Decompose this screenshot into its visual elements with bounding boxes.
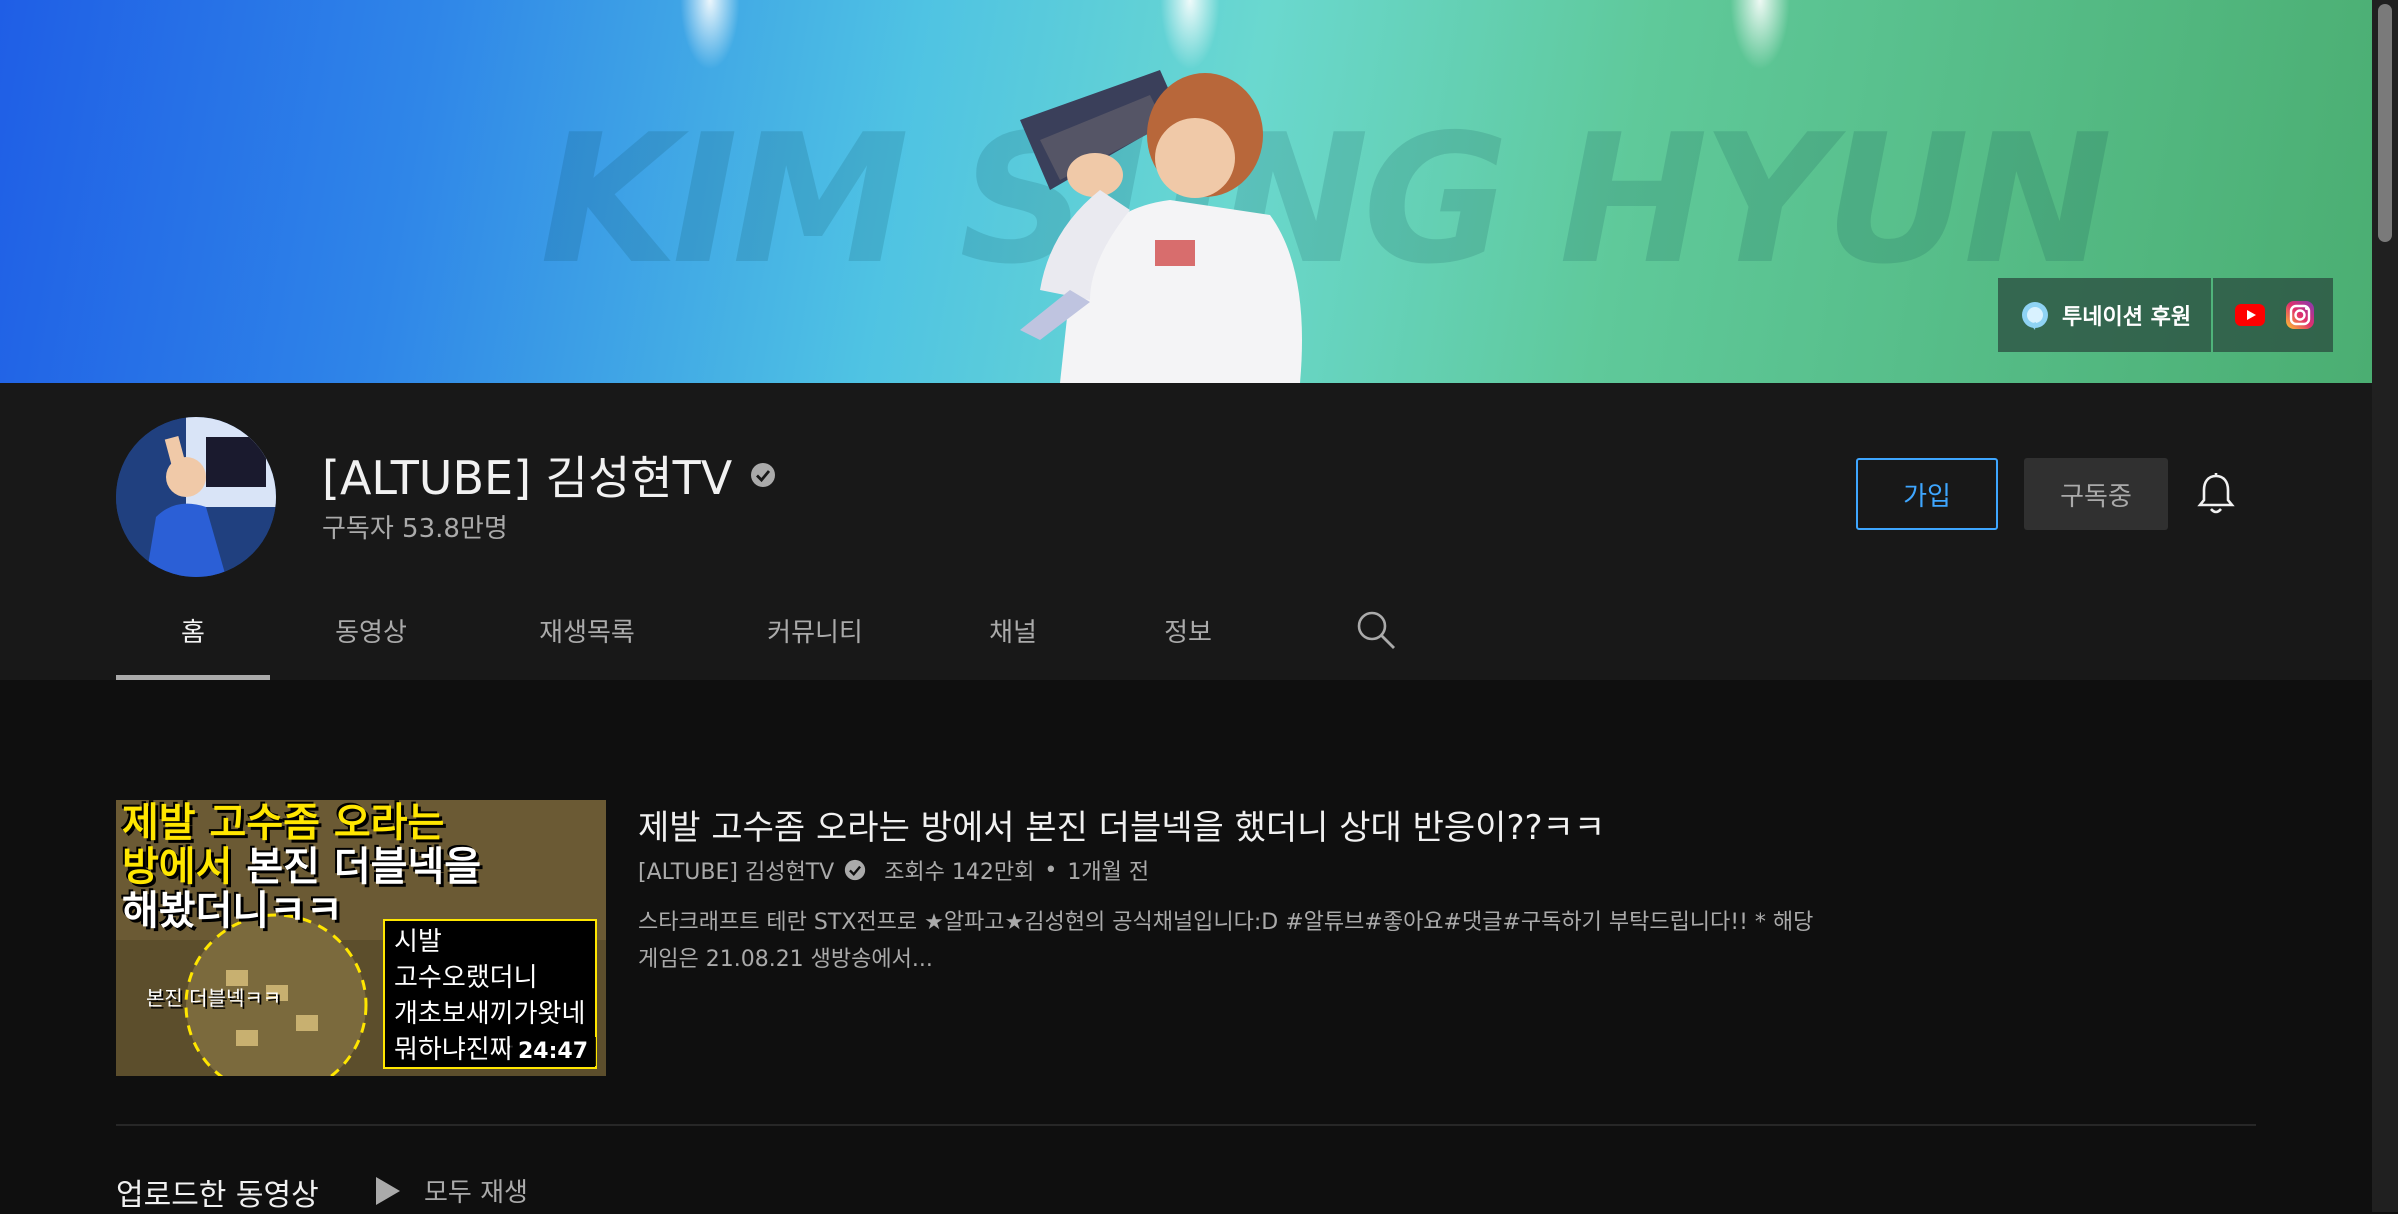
featured-video-title[interactable]: 제발 고수좀 오라는 방에서 본진 더블넥을 했더니 상대 반응이??ㅋㅋ [638, 800, 1605, 849]
play-all-label: 모두 재생 [424, 1178, 528, 1208]
video-description: 스타크래프트 테란 STX전프로 ★알파고★김성현의 공식채널입니다:D #알튜… [638, 910, 1814, 972]
donation-label: 투네이션 후원 [2062, 305, 2192, 330]
verified-check-icon [751, 463, 776, 487]
subscriber-count: 구독자 53.8만명 [322, 514, 508, 544]
uploads-section-title[interactable]: 업로드한 동영상 [116, 1170, 319, 1214]
thumbnail-title-line3: 해봤더니ㅋㅋ [122, 888, 343, 934]
meta-separator: • [1044, 857, 1058, 883]
channel-tabs: 홈 동영상 재생목록 커뮤니티 채널 정보 [116, 596, 1278, 680]
thumbnail-chat-line: 개초보새끼가왓네 [394, 999, 586, 1029]
youtube-icon[interactable] [2235, 304, 2266, 326]
scrollbar-thumb[interactable] [2378, 4, 2392, 242]
video-meta: [ALTUBE] 김성현TV 조회수 142만회 • 1개월 전 [638, 854, 1149, 886]
thumbnail-chat-line: 시발 [394, 927, 442, 957]
tab-about[interactable]: 정보 [1098, 596, 1278, 680]
bell-icon[interactable] [2196, 472, 2236, 516]
video-views: 조회수 142만회 [884, 860, 1035, 885]
join-button[interactable]: 가입 [1856, 458, 1998, 530]
subscribed-button[interactable]: 구독중 [2024, 458, 2168, 530]
thumbnail-title-line2a: 방에서 [122, 844, 233, 890]
stage-light [680, 0, 740, 70]
thumbnail-title-line2b: 본진 더블넥을 [232, 844, 482, 890]
channel-avatar[interactable] [116, 417, 276, 577]
channel-banner: KIM SUNG HYUN 투네이션 후원 [0, 0, 2372, 383]
avatar-image [116, 417, 276, 577]
thumbnail-title-line2: 방에서 본진 더블넥을 [122, 844, 481, 890]
social-links [2213, 278, 2334, 352]
section-divider [116, 1124, 2256, 1126]
instagram-icon[interactable] [2285, 300, 2315, 330]
tab-videos[interactable]: 동영상 [270, 596, 472, 680]
banner-player-image [1020, 70, 1302, 383]
tab-playlists[interactable]: 재생목록 [472, 596, 702, 680]
banner-links: 투네이션 후원 [1998, 278, 2334, 352]
donation-link[interactable]: 투네이션 후원 [1998, 278, 2212, 352]
featured-video-thumbnail[interactable]: 제발 고수좀 오라는 방에서 본진 더블넥을 해봤더니ㅋㅋ 본진 더블넥ㅋㅋ 시… [116, 800, 606, 1076]
play-icon [376, 1176, 400, 1205]
toonation-icon [2022, 302, 2048, 330]
channel-name[interactable]: [ALTUBE] 김성현TV [322, 442, 776, 508]
thumbnail-circle-label: 본진 더블넥ㅋㅋ [146, 986, 282, 1010]
tab-home[interactable]: 홈 [116, 596, 270, 680]
tab-community[interactable]: 커뮤니티 [702, 596, 928, 680]
tab-channels[interactable]: 채널 [928, 596, 1098, 680]
page-scrollbar[interactable] [2372, 0, 2398, 1212]
video-channel-name[interactable]: [ALTUBE] 김성현TV [638, 854, 834, 886]
search-icon[interactable] [1354, 608, 1398, 652]
channel-name-text: [ALTUBE] 김성현TV [322, 451, 733, 505]
video-duration: 24:47 [509, 1037, 596, 1066]
video-age: 1개월 전 [1067, 860, 1150, 885]
thumbnail-title-line1: 제발 고수좀 오라는 [122, 800, 445, 846]
stage-light [1730, 0, 1790, 70]
play-all-button[interactable]: 모두 재생 [374, 1172, 528, 1209]
thumbnail-chat-line: 고수오랬더니 [394, 963, 538, 993]
verified-check-icon [845, 859, 866, 881]
